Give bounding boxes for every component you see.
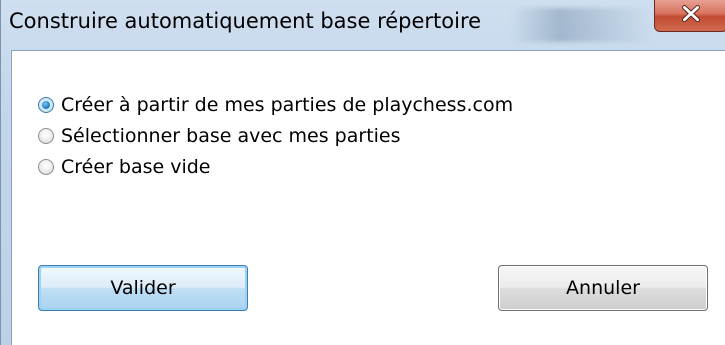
radio-label-select-base: Sélectionner base avec mes parties	[61, 124, 401, 147]
radio-button[interactable]	[38, 127, 54, 144]
radio-option-playchess[interactable]: Créer à partir de mes parties de playche…	[38, 89, 513, 120]
radio-label-empty-base: Créer base vide	[61, 155, 211, 178]
source-radio-group: Créer à partir de mes parties de playche…	[38, 89, 513, 182]
radio-option-empty-base[interactable]: Créer base vide	[38, 151, 513, 182]
dialog-content: Créer à partir de mes parties de playche…	[11, 50, 725, 345]
radio-button-selected[interactable]	[38, 96, 54, 113]
radio-button[interactable]	[38, 158, 54, 175]
title-bar-glass	[511, 8, 651, 42]
dialog-window: Construire automatiquement base répertoi…	[0, 0, 725, 345]
radio-label-playchess: Créer à partir de mes parties de playche…	[61, 93, 514, 116]
close-button[interactable]	[654, 0, 725, 32]
close-icon	[682, 5, 700, 23]
radio-option-select-base[interactable]: Sélectionner base avec mes parties	[38, 120, 513, 151]
validate-button[interactable]: Valider	[38, 265, 248, 311]
cancel-button[interactable]: Annuler	[498, 265, 708, 311]
title-bar[interactable]: Construire automatiquement base répertoi…	[1, 0, 725, 50]
window-title: Construire automatiquement base répertoi…	[9, 9, 482, 33]
